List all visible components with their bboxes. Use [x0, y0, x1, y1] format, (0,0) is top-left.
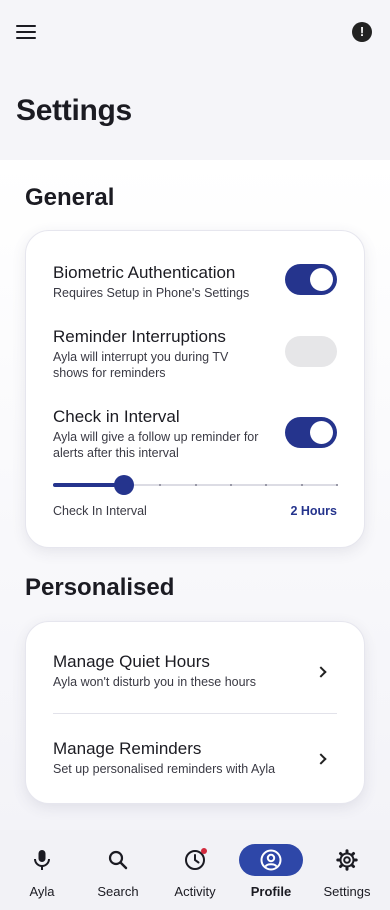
user-circle-icon: [260, 849, 282, 871]
slider-tick: [159, 484, 162, 486]
tab-label: Profile: [250, 884, 292, 899]
settings-content: General Biometric Authentication Require…: [0, 160, 390, 830]
personalised-card: Manage Quiet Hours Ayla won't disturb yo…: [25, 621, 365, 804]
tab-ayla[interactable]: Ayla: [4, 844, 80, 904]
tab-icon-wrap: [10, 844, 74, 876]
row-title: Manage Reminders: [53, 739, 202, 758]
row-description: Set up personalised reminders with Ayla: [53, 762, 276, 776]
tab-profile[interactable]: Profile: [233, 844, 309, 904]
tab-label: Settings: [323, 884, 371, 899]
tab-search[interactable]: Search: [80, 844, 156, 904]
check-in-interval-slider[interactable]: [53, 475, 338, 495]
gear-icon: [336, 849, 358, 871]
setting-description: Ayla will give a follow up reminder for …: [53, 430, 259, 460]
page-title: Settings: [16, 94, 132, 127]
tab-label: Search: [97, 884, 139, 899]
slider-thumb[interactable]: [114, 475, 135, 495]
tab-icon-wrap: [239, 844, 303, 876]
manage-quiet-hours-row[interactable]: Manage Quiet Hours Ayla won't disturb yo…: [53, 652, 337, 692]
slider-tick: [265, 484, 268, 486]
section-title-general: General: [25, 184, 115, 211]
slider-value: 2 Hours: [290, 504, 337, 518]
slider-tick: [300, 484, 303, 486]
manage-reminders-row[interactable]: Manage Reminders Set up personalised rem…: [53, 739, 337, 779]
tab-settings[interactable]: Settings: [309, 844, 385, 904]
top-bar: ! Settings: [0, 0, 390, 160]
reminder-interruptions-toggle[interactable]: [285, 336, 337, 367]
slider-tick: [229, 484, 232, 486]
search-icon: [108, 850, 128, 870]
divider: [53, 713, 337, 714]
microphone-icon: [34, 850, 50, 870]
tab-icon-wrap: [315, 844, 379, 876]
slider-label: Check In Interval: [53, 504, 147, 518]
toggle-knob: [310, 421, 333, 444]
setting-description: Requires Setup in Phone's Settings: [53, 286, 250, 300]
slider-tick: [194, 484, 197, 486]
tab-icon-wrap: [163, 844, 227, 876]
biometric-toggle[interactable]: [285, 264, 337, 295]
tab-activity[interactable]: Activity: [157, 844, 233, 904]
tab-icon-wrap: [86, 844, 150, 876]
tab-label: Activity: [174, 884, 216, 899]
row-title: Manage Quiet Hours: [53, 652, 210, 671]
general-card: Biometric Authentication Requires Setup …: [25, 230, 365, 548]
tab-label: Ayla: [29, 884, 55, 899]
slider-tick: [336, 484, 338, 486]
section-title-personalised: Personalised: [25, 574, 175, 601]
toggle-knob: [310, 268, 333, 291]
menu-icon[interactable]: [16, 22, 40, 42]
alert-circle-icon[interactable]: !: [352, 22, 372, 42]
row-description: Ayla won't disturb you in these hours: [53, 675, 256, 689]
setting-description: Ayla will interrupt you during TV shows …: [53, 350, 229, 380]
bottom-navigation: Ayla Search Activity Profile Settings: [0, 830, 390, 910]
notification-badge: [201, 848, 207, 854]
check-in-interval-toggle[interactable]: [285, 417, 337, 448]
